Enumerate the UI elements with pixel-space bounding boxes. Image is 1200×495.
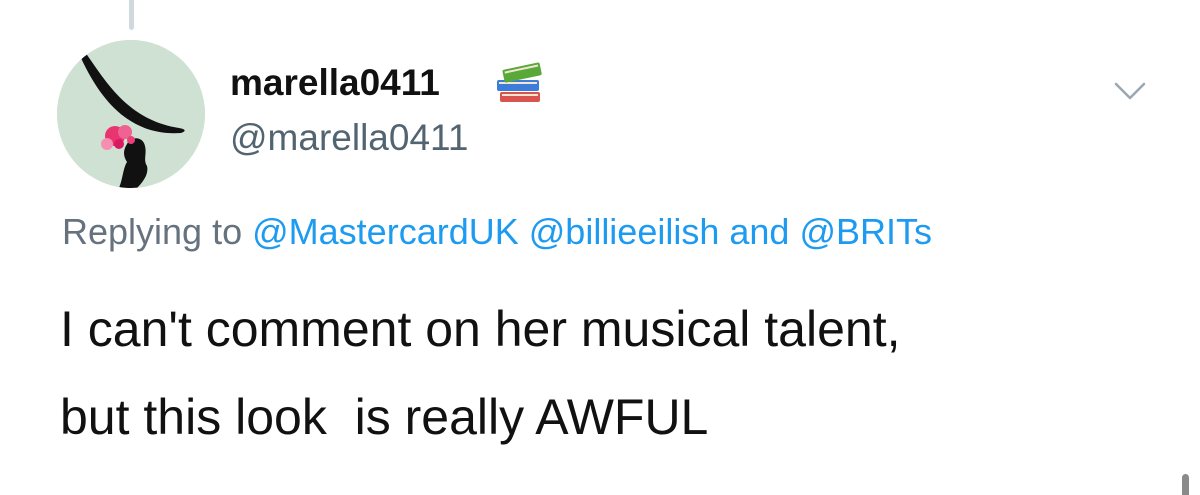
replying-to-line: Replying to @MastercardUK @billieeilish … <box>62 211 932 253</box>
avatar-image <box>57 40 205 188</box>
tweet-text-line-1: I can't comment on her musical talent, <box>60 301 901 357</box>
tweet-text: I can't comment on her musical talent, b… <box>60 285 1140 461</box>
thread-connector-line <box>129 0 134 30</box>
mention-link-brits[interactable]: @BRITs <box>799 211 932 252</box>
user-handle[interactable]: @marella0411 <box>230 117 468 159</box>
display-name[interactable]: marella0411 <box>230 62 440 104</box>
replying-to-label: Replying to <box>62 211 243 252</box>
mention-link-mastercarduk[interactable]: @MastercardUK <box>252 211 519 252</box>
chevron-down-icon[interactable] <box>1112 76 1148 104</box>
books-icon <box>497 62 542 102</box>
avatar[interactable] <box>57 40 205 188</box>
tweet-text-line-2: but this look is really AWFUL <box>60 389 709 445</box>
replying-to-conjunction: and <box>729 211 790 252</box>
scroll-indicator[interactable] <box>1182 474 1189 495</box>
mention-link-billieeilish[interactable]: @billieeilish <box>529 211 720 252</box>
